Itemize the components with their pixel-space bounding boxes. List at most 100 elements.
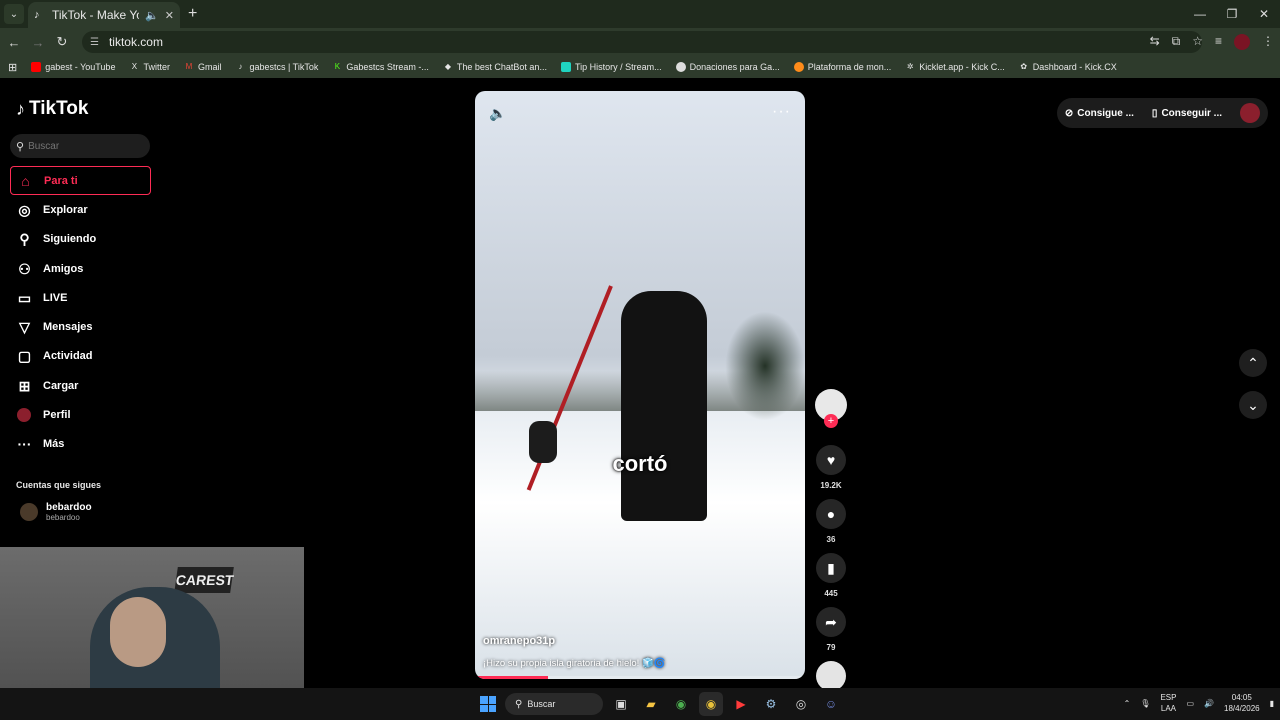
url-bar[interactable]: ☰ tiktok.com xyxy=(82,31,1202,53)
profile-avatar-icon[interactable] xyxy=(1234,34,1250,50)
like-button[interactable]: ♥ xyxy=(816,445,846,475)
volume-icon[interactable]: 🔈 xyxy=(489,105,506,122)
sidebar-item-explorar[interactable]: ◎ Explorar xyxy=(10,195,151,224)
get-app-button[interactable]: ▯ Conseguir ... xyxy=(1152,108,1222,119)
chrome-icon[interactable]: ◉ xyxy=(669,692,693,716)
new-tab-icon[interactable]: + xyxy=(188,5,197,23)
bookmark-item[interactable]: ✲ Kicklet.app - Kick C... xyxy=(905,62,1005,72)
home-icon: ⌂ xyxy=(21,172,30,189)
bookmark-item[interactable]: ♪ gabestcs | TikTok xyxy=(235,62,318,72)
bookmark-item[interactable]: Donaciones para Ga... xyxy=(675,62,780,72)
video-description: ¡Hizo su propia isla giratoria de hielo!… xyxy=(483,658,666,669)
search-icon: ⚲ xyxy=(16,140,25,153)
sidebar-item-cargar[interactable]: ⊞ Cargar xyxy=(10,371,151,400)
browser-tab[interactable]: ♪ TikTok - Make Your Day 🔈 ✕ xyxy=(28,2,180,28)
bookmark-item[interactable]: gabest - YouTube xyxy=(31,62,115,72)
get-coins-button[interactable]: ⊘ Consigue ... xyxy=(1065,108,1134,119)
steam-icon[interactable]: ⚙ xyxy=(759,692,783,716)
compass-icon: ◎ xyxy=(18,201,31,218)
taskbar-apps: ⚲ Buscar ▣ ▰ ◉ ◉ ▶ ⚙ ◎ ☺ xyxy=(477,692,843,716)
bookmark-item[interactable]: Plataforma de mon... xyxy=(793,62,891,72)
x-twitter-icon: X xyxy=(131,62,138,71)
more-options-icon[interactable]: ··· xyxy=(772,103,791,121)
language-indicator[interactable]: ESP LAA xyxy=(1160,692,1176,714)
search-icon: ⚲ xyxy=(515,698,523,710)
following-account[interactable]: bebardoo bebardoo xyxy=(20,502,92,522)
windows-start-icon[interactable] xyxy=(477,693,499,715)
music-disc-icon[interactable] xyxy=(816,661,846,691)
top-right-actions: ⊘ Consigue ... ▯ Conseguir ... xyxy=(1056,98,1268,128)
restore-icon[interactable]: ❐ xyxy=(1216,0,1248,28)
sidebar-item-amigos[interactable]: ⚇ Amigos xyxy=(10,254,151,283)
previous-video-button[interactable]: ⌃ xyxy=(1239,349,1267,377)
sidebar-item-actividad[interactable]: ▢ Actividad xyxy=(10,342,151,371)
following-section-title: Cuentas que sigues xyxy=(16,480,102,490)
translate-icon[interactable]: ⇆ xyxy=(1150,34,1160,50)
media-control-icon[interactable]: ≡ xyxy=(1215,34,1222,50)
video-person xyxy=(621,291,707,521)
kick-icon: K xyxy=(334,62,341,71)
address-right-icons: ⇆ ⧉ ☆ ≡ ⋮ xyxy=(1150,34,1274,50)
sidebar-item-mas[interactable]: ··· Más xyxy=(10,430,151,459)
sidebar-nav: ⌂ Para ti ◎ Explorar ⚲ Siguiendo ⚇ Amigos ▭ L… xyxy=(10,166,151,459)
obs-icon[interactable]: ◎ xyxy=(789,692,813,716)
share-button[interactable]: ➦ xyxy=(816,607,846,637)
file-explorer-icon[interactable]: ▰ xyxy=(639,692,663,716)
site-info-icon[interactable]: ☰ xyxy=(90,37,99,48)
taskbar-search[interactable]: ⚲ Buscar xyxy=(505,693,603,715)
back-icon[interactable]: ← xyxy=(2,35,26,50)
bookmark-item[interactable]: ◆ The best ChatBot an... xyxy=(443,62,547,72)
media-player-icon[interactable]: ▶ xyxy=(729,692,753,716)
tiktok-logo[interactable]: ♪ TikTok xyxy=(16,98,88,120)
clock[interactable]: 04:05 18/4/2026 xyxy=(1224,692,1260,714)
coins-icon: ⊘ xyxy=(1064,107,1074,119)
bookmark-item[interactable]: M Gmail xyxy=(184,62,222,72)
bookmarks-bar: ⊞ gabest - YouTube X Twitter M Gmail ♪ gabe… xyxy=(0,56,1280,78)
apps-grid-icon[interactable]: ⊞ xyxy=(8,61,17,74)
discord-icon[interactable]: ☺ xyxy=(819,692,843,716)
comment-button[interactable]: ● xyxy=(816,499,846,529)
microphone-icon[interactable]: 🎙 xyxy=(1140,699,1150,708)
follow-plus-icon[interactable]: + xyxy=(824,414,838,428)
save-button[interactable]: ▮ xyxy=(816,553,846,583)
following-name: bebardoo xyxy=(46,502,92,513)
tab-search-icon[interactable]: ⌄ xyxy=(4,4,24,24)
forward-icon[interactable]: → xyxy=(26,35,50,50)
video-author[interactable]: omranepo31p xyxy=(483,635,555,647)
chevron-up-icon: ⌃ xyxy=(1247,354,1259,371)
notifications-icon[interactable]: ▮ xyxy=(1270,699,1274,708)
reload-icon[interactable]: ↻ xyxy=(50,34,74,50)
video-player[interactable]: cortó 🔈 ··· omranepo31p ¡Hizo su propia … xyxy=(475,91,805,679)
bookmark-item[interactable]: Tip History / Stream... xyxy=(560,62,662,72)
sidebar-item-para-ti[interactable]: ⌂ Para ti xyxy=(10,166,151,196)
tab-audio-icon[interactable]: 🔈 xyxy=(145,9,159,22)
monetization-platform-icon xyxy=(793,62,804,72)
browser-menu-icon[interactable]: ⋮ xyxy=(1262,34,1274,50)
chrome-active-icon[interactable]: ◉ xyxy=(699,692,723,716)
video-progress-bar[interactable] xyxy=(475,676,805,679)
bookmark-item[interactable]: X Twitter xyxy=(129,62,170,72)
like-count: 19.2K xyxy=(820,481,842,490)
share-count: 79 xyxy=(826,643,836,652)
close-window-icon[interactable]: ✕ xyxy=(1248,0,1280,28)
bookmark-star-icon[interactable]: ☆ xyxy=(1192,34,1203,50)
install-app-icon[interactable]: ⧉ xyxy=(1172,34,1181,50)
search-box[interactable]: ⚲ xyxy=(10,134,150,158)
volume-tray-icon[interactable]: 🔊 xyxy=(1204,699,1214,708)
task-view-icon[interactable]: ▣ xyxy=(609,692,633,716)
tab-close-icon[interactable]: ✕ xyxy=(165,9,174,22)
tray-chevron-up-icon[interactable]: ⌃ xyxy=(1124,699,1131,708)
search-input[interactable] xyxy=(28,140,139,152)
bookmark-item[interactable]: ✿ Dashboard - Kick.CX xyxy=(1019,62,1116,72)
network-icon[interactable]: ▭ xyxy=(1186,699,1194,708)
sidebar-item-perfil[interactable]: Perfil xyxy=(10,400,151,429)
sidebar-item-siguiendo[interactable]: ⚲ Siguiendo xyxy=(10,225,151,254)
next-video-button[interactable]: ⌄ xyxy=(1239,391,1267,419)
system-tray: ⌃ 🎙 ESP LAA ▭ 🔊 04:05 18/4/2026 ▮ xyxy=(1124,692,1274,714)
minimize-icon[interactable]: — xyxy=(1184,0,1216,28)
user-avatar[interactable] xyxy=(1240,103,1260,123)
sidebar-item-live[interactable]: ▭ LIVE xyxy=(10,283,151,312)
creator-avatar[interactable]: + xyxy=(815,389,847,428)
bookmark-item[interactable]: K Gabestcs Stream -... xyxy=(332,62,429,72)
sidebar-item-mensajes[interactable]: ▽ Mensajes xyxy=(10,312,151,341)
